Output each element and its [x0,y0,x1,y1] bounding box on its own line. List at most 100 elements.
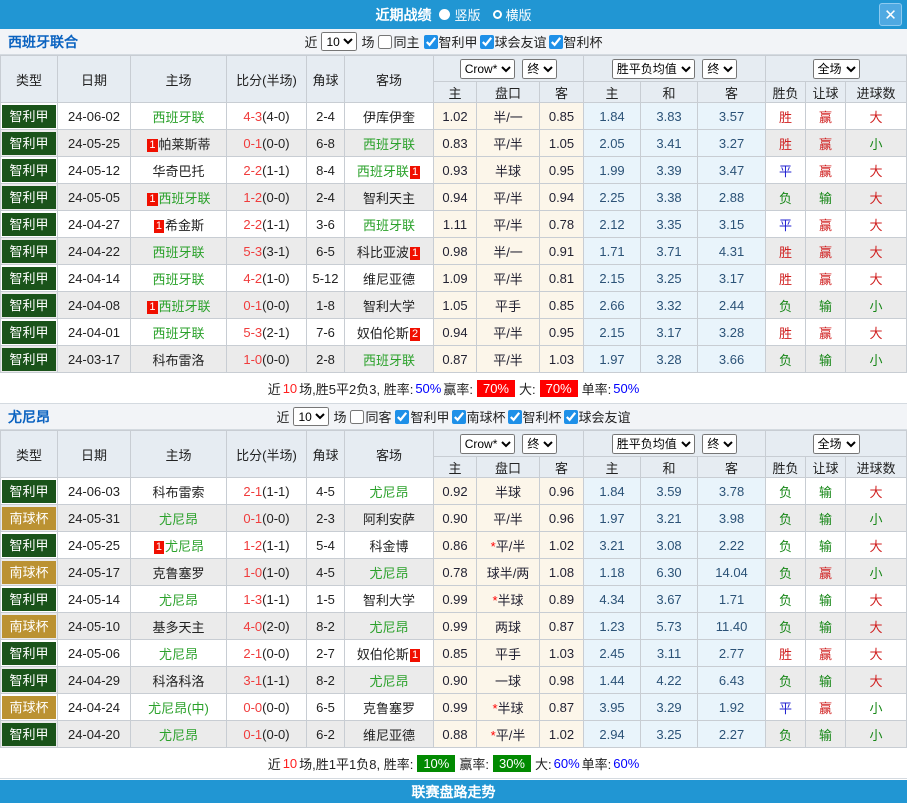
fulltime-score: 1-0 [243,352,262,367]
games-label: 场 [333,407,346,426]
handicap-cell: 一球 [477,667,540,694]
avg-stage-select[interactable]: 终 [702,59,737,79]
league-filter-checkbox-input[interactable] [424,35,438,49]
fulltime-score: 0-1 [243,298,262,313]
odds-stage-select[interactable]: 终 [522,434,557,454]
league-badge: 智利甲 [2,669,56,692]
match-row: 智利甲24-05-12华奇巴托2-2(1-1)8-4西班牙联10.93半球0.9… [1,157,907,184]
odds-stage-select[interactable]: 终 [522,59,557,79]
handicap-text: 半球 [495,485,521,500]
avg-draw-cell: 3.71 [641,238,698,265]
odds-away-cell: 0.78 [540,211,584,238]
odds-away-cell: 0.87 [540,613,584,640]
league-filter-checkbox-input[interactable] [480,35,494,49]
league-filter-checkbox-input[interactable] [452,410,466,424]
summary-segment: 场,胜1平1负8, 胜率: [299,754,413,773]
bookmaker-select[interactable]: Crow* [460,59,515,79]
odds-home-cell: 0.99 [434,694,477,721]
scope-select[interactable]: 全场 [813,59,860,79]
close-icon[interactable]: ✕ [879,3,902,26]
goals-result-cell: 小 [846,292,907,319]
league-filter-checkbox-input[interactable] [564,410,578,424]
avg-group-header: 胜平负均值 终 [584,56,766,82]
radio-horizontal-layout[interactable]: 横版 [493,5,532,24]
result-cell: 平 [766,157,806,184]
halftime-score: (1-0) [262,271,289,286]
home-team-cell: 科布雷索 [131,478,227,505]
team-name: 西班牙联 [152,326,204,341]
team-name: 阿利安萨 [363,512,415,527]
league-filter-checkbox-input[interactable] [549,35,563,49]
same-side-checkbox-input[interactable] [378,35,392,49]
red-card-badge: 1 [147,193,157,206]
avg-away-cell: 2.22 [698,532,766,559]
avg-type-select[interactable]: 胜平负均值 [612,59,695,79]
odds-group-header: Crow* 终 [434,56,584,82]
avg-draw-cell: 3.28 [641,346,698,373]
league-badge: 智利甲 [2,348,56,371]
team-name: 西班牙联 [159,191,211,206]
corner-cell: 4-5 [307,559,345,586]
scope-select[interactable]: 全场 [813,434,860,454]
handicap-text: 两球 [495,620,521,635]
avg-away-cell: 2.88 [698,184,766,211]
match-row: 智利甲24-05-251帕莱斯蒂0-1(0-0)6-8西班牙联0.83平/半1.… [1,130,907,157]
score-cell: 2-1(1-1) [227,478,307,505]
col-score: 比分(半场) [227,431,307,478]
result-cell: 胜 [766,640,806,667]
league-filter-checkbox[interactable]: 球会友谊 [480,32,547,51]
score-cell: 3-1(1-1) [227,667,307,694]
spread-result-cell: 赢 [806,103,846,130]
corner-cell: 7-6 [307,319,345,346]
league-filter-checkbox[interactable]: 球会友谊 [564,407,631,426]
fulltime-score: 4-3 [243,109,262,124]
team-name: 尤尼昂 [369,674,408,689]
odds-away-cell: 1.08 [540,559,584,586]
odds-away-cell: 0.85 [540,103,584,130]
same-side-checkbox[interactable]: 同客 [350,407,391,426]
league-filter-checkbox[interactable]: 智利甲 [395,407,449,426]
league-filter-label: 智利甲 [439,32,478,51]
spread-result-cell: 赢 [806,211,846,238]
odds-away-cell: 0.91 [540,238,584,265]
spread-result-cell: 输 [806,532,846,559]
avg-home-cell: 2.15 [584,265,641,292]
team-name: 西班牙联 [152,110,204,125]
corner-cell: 6-5 [307,238,345,265]
spread-result-cell: 赢 [806,694,846,721]
same-side-checkbox[interactable]: 同主 [378,32,419,51]
radio-selected-icon [439,9,450,20]
title-bar: 近期战绩 竖版 横版 ✕ [0,0,907,29]
league-filter-checkbox[interactable]: 南球杯 [452,407,506,426]
match-row: 南球杯24-05-17克鲁塞罗1-0(1-0)4-5尤尼昂0.78球半/两1.0… [1,559,907,586]
result-cell: 胜 [766,238,806,265]
league-filter-checkbox-input[interactable] [508,410,522,424]
score-cell: 0-1(0-0) [227,721,307,748]
score-cell: 5-3(2-1) [227,319,307,346]
goals-result-cell: 小 [846,130,907,157]
near-label: 近 [276,407,289,426]
same-side-checkbox-input[interactable] [350,410,364,424]
odds-home-cell: 0.88 [434,721,477,748]
league-filter-checkbox[interactable]: 智利甲 [424,32,478,51]
league-badge: 南球杯 [2,507,56,530]
avg-type-select[interactable]: 胜平负均值 [612,434,695,454]
radio-vertical-layout[interactable]: 竖版 [439,5,480,24]
odds-away-cell: 0.95 [540,157,584,184]
avg-home-cell: 2.94 [584,721,641,748]
bookmaker-select[interactable]: Crow* [460,434,515,454]
summary-segment: 10 [283,756,297,771]
avg-draw-cell: 3.08 [641,532,698,559]
layout-radio-group: 竖版 横版 [439,5,531,24]
spread-result-cell: 输 [806,184,846,211]
near-count-select[interactable]: 10 [321,32,357,51]
corner-cell: 6-2 [307,721,345,748]
near-count-select[interactable]: 10 [293,407,329,426]
league-filter-checkbox[interactable]: 智利杯 [508,407,562,426]
avg-stage-select[interactable]: 终 [702,434,737,454]
league-filter-checkbox-input[interactable] [395,410,409,424]
league-filter-checkbox[interactable]: 智利杯 [549,32,603,51]
radio-horizontal-label: 横版 [506,5,532,24]
league-trend-bar: 联赛盘路走势 [0,780,907,803]
match-row: 智利甲24-05-14尤尼昂1-3(1-1)1-5智利大学0.99*半球0.89… [1,586,907,613]
